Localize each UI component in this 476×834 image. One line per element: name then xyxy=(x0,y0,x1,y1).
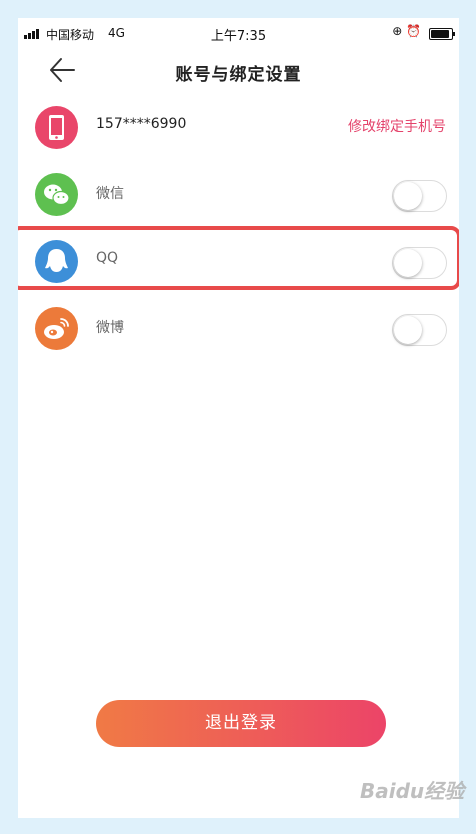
toggle-knob xyxy=(394,316,422,344)
wechat-label: 微信 xyxy=(96,186,124,202)
phone-icon xyxy=(35,106,78,149)
highlight-box xyxy=(18,226,459,290)
weibo-toggle[interactable] xyxy=(392,314,447,346)
change-phone-link[interactable]: 修改绑定手机号 xyxy=(348,116,446,136)
weibo-binding-row: 微博 xyxy=(18,295,459,361)
bound-phone-number: 157****6990 xyxy=(96,116,187,132)
watermark: Baidu经验 xyxy=(360,779,465,803)
phone-screen: 中国移动 4G 上午7:35 ⊕ ⏰ 账号与绑定设置 157****6990 修… xyxy=(18,18,459,818)
page-title: 账号与绑定设置 xyxy=(175,65,302,85)
phone-binding-row: 157****6990 修改绑定手机号 xyxy=(18,94,459,160)
toggle-knob xyxy=(394,182,422,210)
wechat-icon xyxy=(35,173,78,216)
weibo-label: 微博 xyxy=(96,320,124,336)
wechat-binding-row: 微信 xyxy=(18,161,459,227)
weibo-icon xyxy=(35,307,78,350)
nav-bar: 账号与绑定设置 xyxy=(18,48,459,92)
status-bar: 中国移动 4G 上午7:35 ⊕ ⏰ xyxy=(18,18,459,48)
logout-button[interactable]: 退出登录 xyxy=(96,700,386,747)
wechat-toggle[interactable] xyxy=(392,180,447,212)
alarm-icon: ⊕ ⏰ xyxy=(392,24,421,38)
battery-icon xyxy=(429,28,455,40)
